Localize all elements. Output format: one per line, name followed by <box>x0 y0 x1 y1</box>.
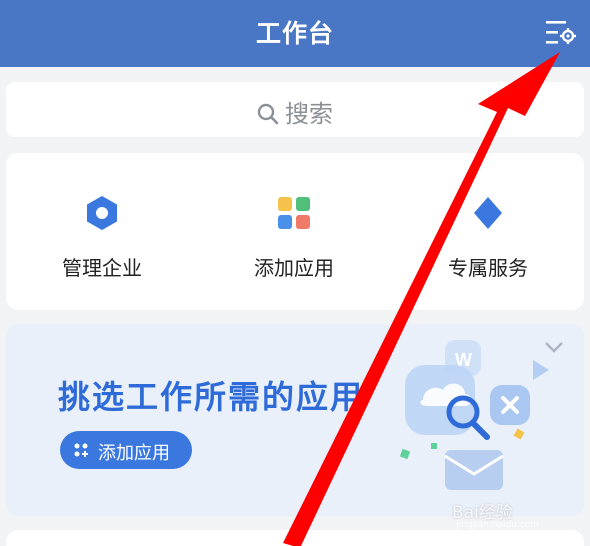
search-placeholder: 搜索 <box>285 100 333 128</box>
banner-title: 挑选工作所需的应用 <box>58 378 365 416</box>
service-icon <box>474 197 502 229</box>
shortcut-add-app[interactable]: 添加应用 <box>198 153 390 310</box>
shortcut-label: 添加应用 <box>254 256 334 280</box>
add-app-button[interactable]: 添加应用 <box>60 431 192 469</box>
next-card <box>6 530 584 546</box>
search-icon <box>257 103 279 125</box>
top-bar: 工作台 <box>0 0 590 67</box>
list-settings-icon <box>546 21 576 44</box>
page-title: 工作台 <box>255 19 334 48</box>
app-grid-icon <box>278 197 310 229</box>
shortcut-label: 管理企业 <box>62 256 142 280</box>
watermark-sub: jingyan.baidu.com <box>456 520 540 530</box>
shortcut-exclusive-service[interactable]: 专属服务 <box>392 153 584 310</box>
settings-menu-button[interactable] <box>544 18 578 48</box>
shortcut-label: 专属服务 <box>448 256 528 280</box>
apps-icon <box>74 443 88 457</box>
search-bar[interactable]: 搜索 <box>6 82 584 137</box>
workbench-screen: 工作台 搜索 管理企业 添加应用 专属服务 挑选工作所需的应用 添加应用 W B… <box>0 0 590 546</box>
chevron-down-icon[interactable] <box>544 340 564 354</box>
hexagon-icon <box>87 196 117 230</box>
shortcut-card: 管理企业 添加应用 专属服务 <box>6 153 584 310</box>
shortcut-manage-enterprise[interactable]: 管理企业 <box>6 153 198 310</box>
add-app-button-label: 添加应用 <box>98 443 170 464</box>
apps-illustration: W <box>399 340 549 490</box>
